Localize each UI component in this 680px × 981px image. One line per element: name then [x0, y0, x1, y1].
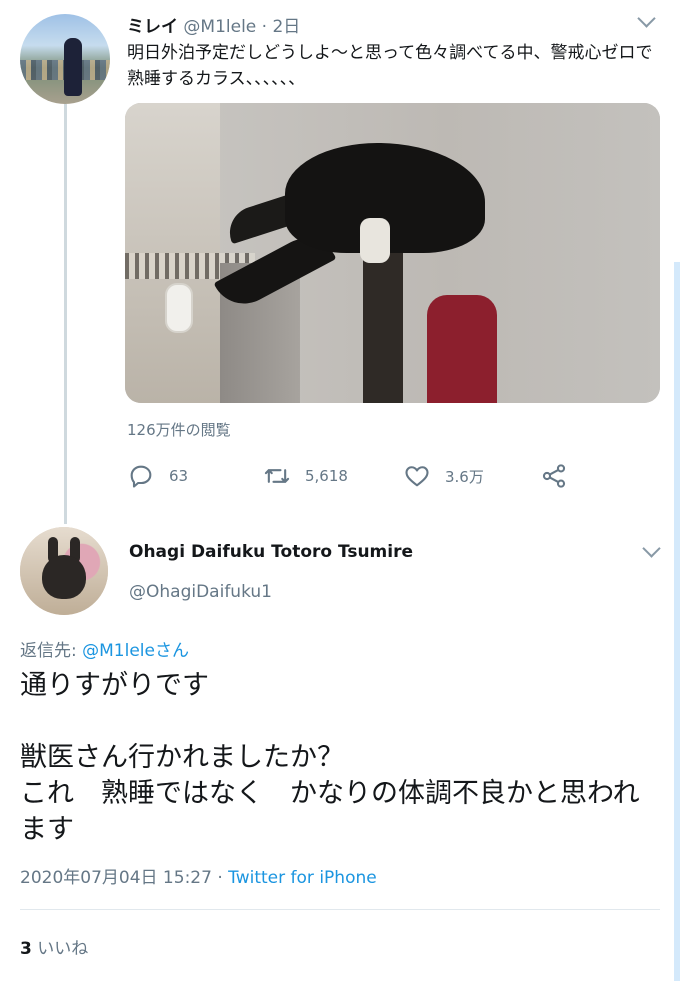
like-button[interactable]: 3.6万 [403, 460, 484, 492]
replying-to-label: 返信先: [20, 641, 83, 661]
reply-count: 63 [169, 467, 189, 485]
retweet-count: 5,618 [305, 467, 348, 485]
chevron-down-icon[interactable] [642, 539, 661, 558]
tweet2-handle[interactable]: @OhagiDaifuku1 [129, 582, 272, 602]
tweet1-video[interactable] [125, 103, 660, 403]
tweet2-blank-line [20, 704, 660, 740]
tweet2-source[interactable]: Twitter for iPhone [228, 868, 377, 888]
tweet1-header: ミレイ @M1lele · 2日 [127, 12, 300, 37]
tweet1-text: 明日外泊予定だしどうしよ〜と思って色々調べてる中、警戒心ゼロで熟睡するカラス、、… [127, 43, 653, 89]
tweet2-line: 獣医さん行かれましたか？ [20, 742, 344, 773]
retweet-icon [264, 469, 290, 483]
tweet1-time[interactable]: 2日 [272, 17, 300, 37]
scrollbar[interactable] [674, 262, 680, 981]
tweet2-display-name[interactable]: Ohagi Daifuku Totoro Tsumire [129, 542, 413, 562]
avatar-mirei[interactable] [20, 14, 110, 104]
tweet1-handle[interactable]: @M1lele [183, 17, 256, 37]
tweet2-timestamp[interactable]: 2020年07月04日 15:27 [20, 868, 212, 888]
replying-to: 返信先: @M1leleさん [20, 636, 189, 661]
replying-to-user[interactable]: @M1leleさん [82, 641, 189, 661]
tweet2-timestamp-row: 2020年07月04日 15:27 · Twitter for iPhone [20, 863, 377, 888]
tweet2-text: 通りすがりです 獣医さん行かれましたか？ これ 熟睡ではなく かなりの体調不良か… [20, 668, 660, 848]
tweet2-line: 通りすがりです [20, 670, 209, 701]
view-count: 126万件の閲覧 [127, 421, 231, 439]
likes-count: 3 [20, 939, 32, 959]
thread-connector [64, 104, 67, 524]
share-icon [542, 464, 566, 488]
likes-label: いいね [31, 939, 89, 959]
tweet1-separator: · [256, 17, 273, 37]
tweet1-display-name[interactable]: ミレイ [127, 17, 178, 37]
divider [20, 909, 660, 910]
likes-summary[interactable]: 3 いいね [20, 934, 88, 959]
timestamp-separator: · [211, 868, 229, 888]
chevron-down-icon[interactable] [637, 9, 656, 28]
heart-icon [405, 466, 429, 487]
avatar-ohagi[interactable] [20, 527, 108, 615]
reply-button[interactable]: 63 [127, 460, 188, 492]
reply-icon [130, 465, 152, 488]
like-count: 3.6万 [445, 467, 484, 486]
share-button[interactable] [540, 460, 568, 492]
retweet-button[interactable]: 5,618 [263, 460, 348, 492]
tweet2-line: これ 熟睡ではなく かなりの体調不良かと思われます [20, 778, 640, 845]
tweet1-actions: 63 5,618 3.6万 [127, 460, 662, 492]
